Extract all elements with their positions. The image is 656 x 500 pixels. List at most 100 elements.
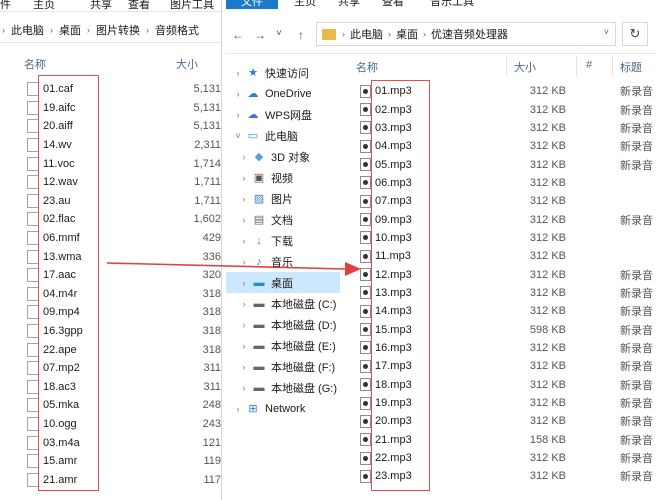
nav-item[interactable]: › ▬ 本地磁盘 (E:) — [226, 335, 340, 356]
column-header-size[interactable]: 大小 — [514, 59, 536, 75]
list-item[interactable]: 02.flac 1,602 — [0, 210, 221, 229]
back-arrow-icon[interactable]: ← — [232, 28, 244, 42]
chevron-right-icon[interactable]: › — [238, 341, 250, 351]
up-arrow-icon[interactable]: ↑ — [298, 28, 304, 42]
mp3-file-icon — [360, 194, 371, 208]
chevron-right-icon[interactable]: › — [238, 362, 250, 372]
column-header-name[interactable]: 名称 — [356, 59, 378, 75]
breadcrumb-item[interactable]: 此电脑 — [345, 26, 388, 42]
file-title: 新录音 — [620, 471, 653, 484]
chevron-right-icon[interactable]: › — [232, 89, 244, 99]
column-header-title[interactable]: 标题 — [620, 59, 642, 75]
column-header-size[interactable]: 大小 — [176, 56, 198, 72]
breadcrumb-item[interactable]: 图片转换 — [92, 22, 144, 38]
recent-locations-icon[interactable]: ˅ — [276, 28, 282, 39]
left-ribbon-tab-home[interactable]: 主页 — [33, 0, 55, 12]
column-header-number[interactable]: # — [586, 59, 592, 71]
list-item[interactable]: 10.ogg 243 — [0, 415, 221, 434]
column-divider[interactable] — [576, 56, 577, 76]
chevron-right-icon[interactable]: › — [232, 404, 244, 414]
nav-item[interactable]: › ⊞ Network — [226, 398, 340, 419]
list-item[interactable]: 06.mmf 429 — [0, 229, 221, 248]
mp3-file-icon — [360, 323, 371, 337]
address-bar[interactable]: › 此电脑 › 桌面 › 优速音频处理器 ˅ — [316, 22, 616, 46]
ribbon-tab-music-tools[interactable]: 音乐工具 — [422, 0, 482, 9]
chevron-right-icon[interactable]: › — [238, 383, 250, 393]
nav-item[interactable]: › ▬ 本地磁盘 (C:) — [226, 293, 340, 314]
mp3-file-icon — [360, 469, 371, 483]
nav-item[interactable]: › ▬ 本地磁盘 (F:) — [226, 356, 340, 377]
file-title: 新录音 — [620, 86, 653, 99]
ribbon-tab-share[interactable]: 共享 — [330, 0, 368, 9]
chevron-right-icon[interactable]: › — [238, 194, 250, 204]
left-ribbon-tab-view[interactable]: 查看 — [128, 0, 150, 12]
nav-item-label: 本地磁盘 (G:) — [271, 382, 337, 395]
chevron-right-icon[interactable]: › — [232, 110, 244, 120]
ribbon-tab-home[interactable]: 主页 — [286, 0, 324, 9]
left-ribbon-tab-share[interactable]: 共享 — [90, 0, 112, 12]
nav-item[interactable]: › ▣ 视频 — [226, 167, 340, 188]
nav-item[interactable]: › ☁ OneDrive — [226, 83, 340, 104]
chevron-right-icon[interactable]: › — [238, 320, 250, 330]
chevron-right-icon[interactable]: › — [238, 152, 250, 162]
file-size: 243 — [202, 417, 221, 430]
left-breadcrumb[interactable]: › 此电脑 › 桌面 › 图片转换 › 音频格式 — [0, 17, 221, 43]
chevron-right-icon[interactable]: › — [238, 278, 250, 288]
chevron-right-icon[interactable]: › — [232, 68, 244, 78]
breadcrumb-item[interactable]: 此电脑 — [7, 22, 48, 38]
forward-arrow-icon[interactable]: → — [254, 28, 266, 42]
nav-item[interactable]: › ▬ 本地磁盘 (D:) — [226, 314, 340, 335]
list-item[interactable]: 23.au 1,711 — [0, 192, 221, 211]
file-size: 312 KB — [529, 195, 566, 208]
list-item[interactable]: 21.amr 117 — [0, 470, 221, 489]
list-item[interactable]: 12.wav 1,711 — [0, 173, 221, 192]
ribbon-tab-view[interactable]: 查看 — [374, 0, 412, 9]
nav-item[interactable]: › ☁ WPS网盘 — [226, 104, 340, 125]
breadcrumb-item[interactable]: 桌面 — [55, 22, 85, 38]
column-divider[interactable] — [506, 56, 507, 76]
chevron-down-icon[interactable]: ˅ — [604, 27, 609, 37]
nav-item[interactable]: › ★ 快速访问 — [226, 62, 340, 83]
list-item[interactable]: 22.ape 318 — [0, 340, 221, 359]
column-header-name[interactable]: 名称 — [24, 56, 46, 72]
chevron-right-icon[interactable]: › — [238, 236, 250, 246]
breadcrumb-item[interactable]: 优速音频处理器 — [426, 26, 513, 42]
list-item[interactable]: 16.3gpp 318 — [0, 322, 221, 341]
nav-item[interactable]: › ◆ 3D 对象 — [226, 146, 340, 167]
ribbon-tab-file[interactable]: 文件 — [226, 0, 278, 9]
list-item[interactable]: 18.ac3 311 — [0, 378, 221, 397]
nav-item-label: 快速访问 — [265, 67, 309, 80]
breadcrumb-item[interactable]: 音频格式 — [151, 22, 203, 38]
list-item[interactable]: 05.mka 248 — [0, 396, 221, 415]
left-ribbon-tab-picture-tools[interactable]: 图片工具 — [170, 0, 214, 12]
chevron-down-icon[interactable]: ˅ — [232, 131, 244, 141]
mp3-file-icon — [360, 84, 371, 98]
left-ribbon-tab-file[interactable]: 件 — [0, 0, 11, 12]
column-divider[interactable] — [612, 56, 613, 76]
list-item[interactable]: 07.mp2 311 — [0, 359, 221, 378]
list-item[interactable]: 15.amr 119 — [0, 452, 221, 471]
nav-item[interactable]: › ▨ 图片 — [226, 188, 340, 209]
chevron-right-icon[interactable]: › — [238, 173, 250, 183]
refresh-button[interactable]: ↻ — [622, 22, 648, 46]
list-item[interactable]: 09.mp4 318 — [0, 303, 221, 322]
mp3-file-icon — [360, 103, 371, 117]
list-item[interactable]: 14.wv 2,311 — [0, 136, 221, 155]
nav-item[interactable]: ˅ ▭ 此电脑 — [226, 125, 340, 146]
list-item[interactable]: 03.m4a 121 — [0, 433, 221, 452]
nav-item[interactable]: › ▬ 本地磁盘 (G:) — [226, 377, 340, 398]
list-item[interactable]: 04.m4r 318 — [0, 285, 221, 304]
file-size: 248 — [202, 399, 221, 412]
output-explorer-window: 文件 主页 共享 查看 音乐工具 ← → ˅ ↑ › 此电脑 › 桌面 › 优速… — [226, 0, 656, 500]
wps-cloud-icon: ☁ — [247, 109, 259, 121]
breadcrumb-item[interactable]: 桌面 — [391, 26, 423, 42]
list-item[interactable]: 20.aiff 5,131 — [0, 117, 221, 136]
chevron-right-icon[interactable]: › — [238, 299, 250, 309]
chevron-right-icon[interactable]: › — [238, 215, 250, 225]
list-item[interactable]: 19.aifc 5,131 — [0, 99, 221, 118]
list-item[interactable]: 11.voc 1,714 — [0, 154, 221, 173]
drive-icon: ▬ — [253, 360, 265, 373]
list-item[interactable]: 01.caf 5,131 — [0, 80, 221, 99]
nav-item[interactable]: › ↓ 下载 — [226, 230, 340, 251]
nav-item[interactable]: › ▤ 文档 — [226, 209, 340, 230]
